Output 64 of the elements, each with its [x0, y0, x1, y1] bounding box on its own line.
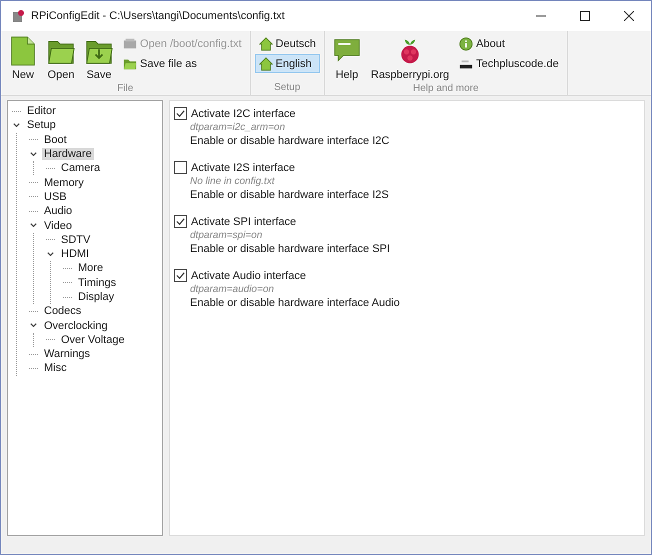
checkbox[interactable]: Activate I2C interface: [174, 107, 640, 120]
tree-item[interactable]: Misc: [42, 362, 69, 374]
tree-item[interactable]: SDTV: [59, 234, 92, 246]
house-icon: [258, 36, 273, 50]
ribbon-button[interactable]: New: [5, 34, 41, 83]
description: Enable or disable hardware interface I2C: [189, 135, 390, 147]
tree-item[interactable]: Codecs: [42, 305, 84, 318]
ribbon-button[interactable]: Deutsch: [254, 34, 320, 53]
tree-item[interactable]: Over Voltage: [59, 334, 127, 346]
ribbon-button[interactable]: Open: [43, 34, 79, 83]
tree-item[interactable]: Memory: [42, 176, 86, 189]
tree-item[interactable]: Camera: [59, 162, 102, 174]
checkbox-box[interactable]: [174, 215, 187, 228]
checkbox[interactable]: Activate Audio interface: [174, 269, 640, 282]
checkbox-box[interactable]: [174, 161, 187, 174]
checkbox[interactable]: Activate SPI interface: [174, 215, 640, 228]
description: Enable or disable hardware interface Audio: [189, 297, 401, 309]
ribbon-button[interactable]: English: [254, 54, 320, 73]
house-icon: [258, 56, 273, 70]
tree-item[interactable]: HDMI: [59, 248, 92, 260]
config-line: dtparam=audio=on: [189, 284, 275, 295]
checkbox-box[interactable]: [174, 269, 187, 282]
config-line: dtparam=spi=on: [189, 230, 264, 241]
checkbox[interactable]: Activate I2S interface: [174, 161, 640, 174]
tree-item[interactable]: Video: [42, 220, 74, 232]
maximize-icon[interactable]: [580, 11, 590, 21]
chevron-icon[interactable]: [12, 120, 21, 130]
app-icon: [11, 9, 25, 23]
tree-item[interactable]: Editor: [25, 105, 58, 118]
checkbox-label[interactable]: Activate I2C interface: [191, 108, 296, 120]
description: Enable or disable hardware interface I2S: [189, 189, 390, 201]
ribbon-button[interactable]: Save: [81, 34, 117, 83]
tree-item[interactable]: Overclocking: [42, 320, 110, 332]
config-line: No line in config.txt: [189, 176, 276, 187]
description: Enable or disable hardware interface SPI: [189, 243, 391, 255]
checkbox-box[interactable]: [174, 107, 187, 120]
chevron-icon[interactable]: [46, 250, 55, 259]
ribbon-button[interactable]: Save file as: [119, 54, 246, 73]
checkbox-label[interactable]: Activate SPI interface: [191, 216, 296, 228]
checkbox-label[interactable]: Activate I2S interface: [191, 162, 295, 174]
info-icon: [459, 36, 474, 50]
tree-item[interactable]: Setup: [25, 119, 58, 132]
group-label: Setup: [274, 82, 300, 95]
ribbon-button[interactable]: About: [455, 34, 563, 53]
ribbon-button[interactable]: Raspberrypi.org: [366, 34, 454, 83]
tree-item[interactable]: Hardware: [42, 148, 94, 160]
tree-item[interactable]: Warnings: [42, 348, 92, 360]
tree-item[interactable]: Audio: [42, 205, 74, 218]
ribbon-button[interactable]: Techpluscode.de: [455, 54, 563, 73]
close-icon[interactable]: [624, 11, 634, 21]
group-label: File: [117, 83, 134, 96]
drive-icon: [123, 36, 137, 50]
new-file-icon: [9, 36, 37, 66]
ribbon-button[interactable]: Help: [328, 34, 365, 83]
window-title: RPiConfigEdit - C:\Users\tangi\Documents\config.txt: [31, 10, 285, 22]
tree-item[interactable]: More: [76, 262, 106, 274]
checkbox-label[interactable]: Activate Audio interface: [191, 270, 306, 282]
tree-item[interactable]: Display: [76, 291, 116, 303]
chevron-icon[interactable]: [29, 150, 38, 159]
group-label: Help and more: [412, 83, 479, 96]
config-line: dtparam=i2c_arm=on: [189, 122, 286, 133]
tree-item[interactable]: Timings: [76, 276, 118, 289]
tree-item[interactable]: USB: [42, 190, 69, 203]
tree-item[interactable]: Boot: [42, 134, 69, 146]
